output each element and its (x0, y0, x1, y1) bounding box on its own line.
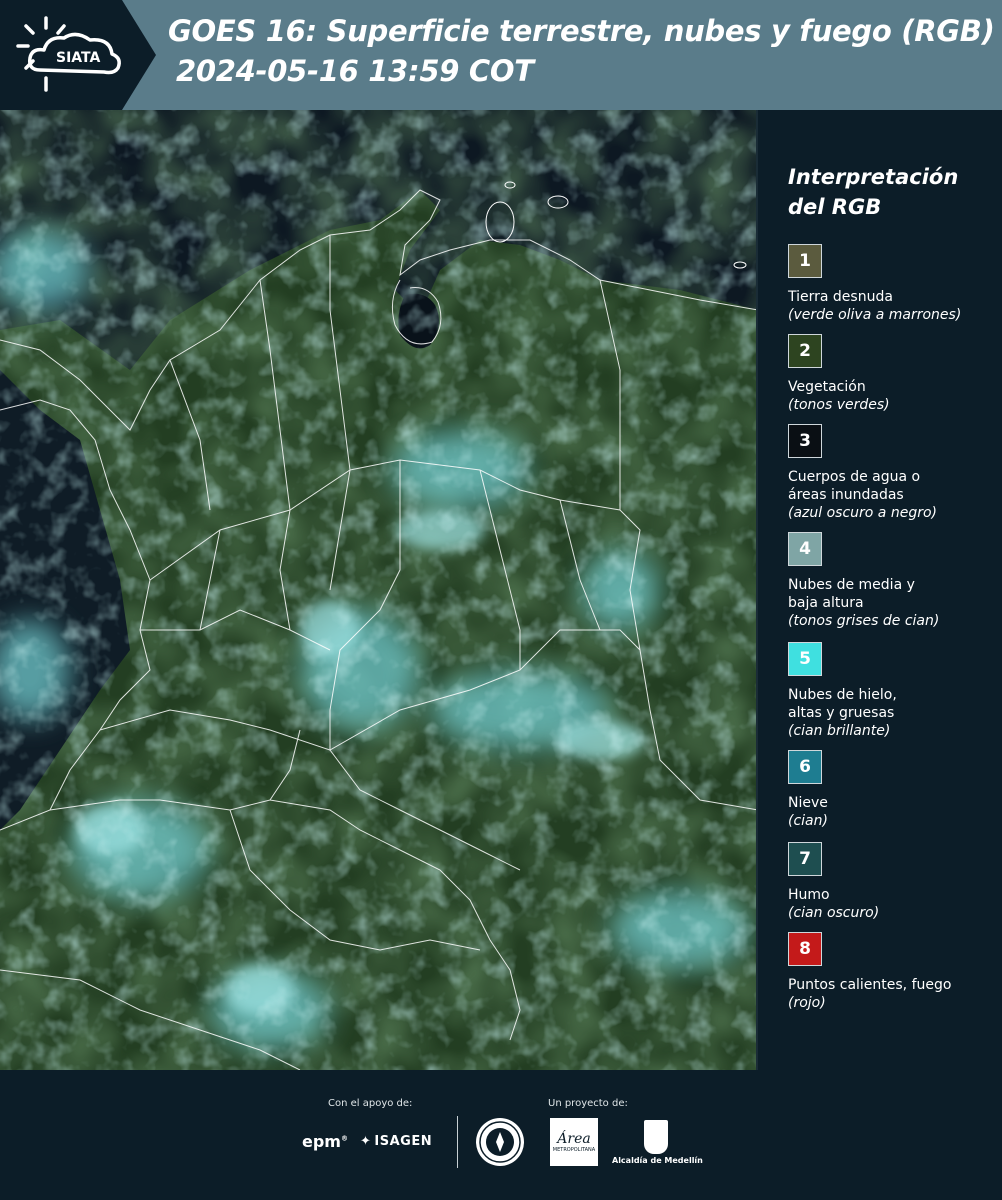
legend-swatch: 1 (788, 244, 822, 278)
legend-item-fire: 8 Puntos calientes, fuego (rojo) (788, 932, 1000, 1012)
legend-swatch: 4 (788, 532, 822, 566)
legend-label: Puntos calientes, fuego (788, 977, 952, 993)
legend-item-mid-low-clouds: 4 Nubes de media y baja altura (tonos gr… (788, 532, 1000, 630)
area-metropolitana-logo[interactable]: Área METROPOLITANA (550, 1118, 598, 1166)
isagen-icon: ✦ (360, 1134, 372, 1149)
legend-label: Tierra desnuda (788, 289, 893, 305)
legend-sublabel: (cian brillante) (788, 723, 891, 739)
legend-swatch: 2 (788, 334, 822, 368)
legend-swatch: 6 (788, 750, 822, 784)
legend-sublabel: (tonos grises de cian) (788, 613, 940, 629)
legend-sublabel: (cian oscuro) (788, 905, 880, 921)
epm-logo[interactable]: epm® (302, 1132, 348, 1151)
legend-item-water: 3 Cuerpos de agua o áreas inundadas (azu… (788, 424, 1000, 522)
project-label: Un proyecto de: (548, 1098, 628, 1109)
medellin-shield-icon[interactable] (644, 1120, 668, 1154)
timestamp: 2024-05-16 13:59 COT (176, 54, 534, 88)
legend-swatch: 5 (788, 642, 822, 676)
legend-label: Nieve (788, 795, 828, 811)
legend-title: Interpretación del RGB (788, 165, 959, 219)
legend-label: Nubes de media y baja altura (788, 577, 915, 611)
legend-item-bare-soil: 1 Tierra desnuda (verde oliva a marrones… (788, 244, 1000, 324)
legend-swatch: 3 (788, 424, 822, 458)
legend-item-vegetation: 2 Vegetación (tonos verdes) (788, 334, 1000, 414)
footer: Con el apoyo de: Un proyecto de: epm® ✦ … (0, 1070, 1002, 1200)
legend-sublabel: (rojo) (788, 995, 826, 1011)
legend-swatch: 7 (788, 842, 822, 876)
legend-item-snow: 6 Nieve (cian) (788, 750, 1000, 830)
legend-label: Nubes de hielo, altas y gruesas (788, 687, 897, 721)
legend-sublabel: (verde oliva a marrones) (788, 307, 962, 323)
legend-swatch: 8 (788, 932, 822, 966)
support-label: Con el apoyo de: (328, 1098, 413, 1109)
isagen-logo[interactable]: ✦ ISAGEN (360, 1134, 432, 1149)
legend-label: Cuerpos de agua o áreas inundadas (788, 469, 921, 503)
legend-item-smoke: 7 Humo (cian oscuro) (788, 842, 1000, 922)
legend-sublabel: (cian) (788, 813, 828, 829)
satellite-image[interactable] (0, 110, 758, 1070)
legend-label: Humo (788, 887, 830, 903)
page-title: GOES 16: Superficie terrestre, nubes y f… (168, 14, 995, 48)
medellin-logo-text: Alcaldía de Medellín (612, 1156, 703, 1165)
siata-logo[interactable]: SIATA (0, 0, 160, 110)
legend-label: Vegetación (788, 379, 866, 395)
siata-logo-text: SIATA (56, 50, 101, 66)
university-seal-logo[interactable] (476, 1118, 524, 1166)
legend-sublabel: (azul oscuro a negro) (788, 505, 937, 521)
legend-sublabel: (tonos verdes) (788, 397, 890, 413)
footer-divider (457, 1116, 458, 1168)
legend-panel: Interpretación del RGB 1 Tierra desnuda … (760, 110, 1002, 1070)
header-bar: SIATA GOES 16: Superficie terrestre, nub… (0, 0, 1002, 110)
legend-item-ice-clouds: 5 Nubes de hielo, altas y gruesas (cian … (788, 642, 1000, 740)
